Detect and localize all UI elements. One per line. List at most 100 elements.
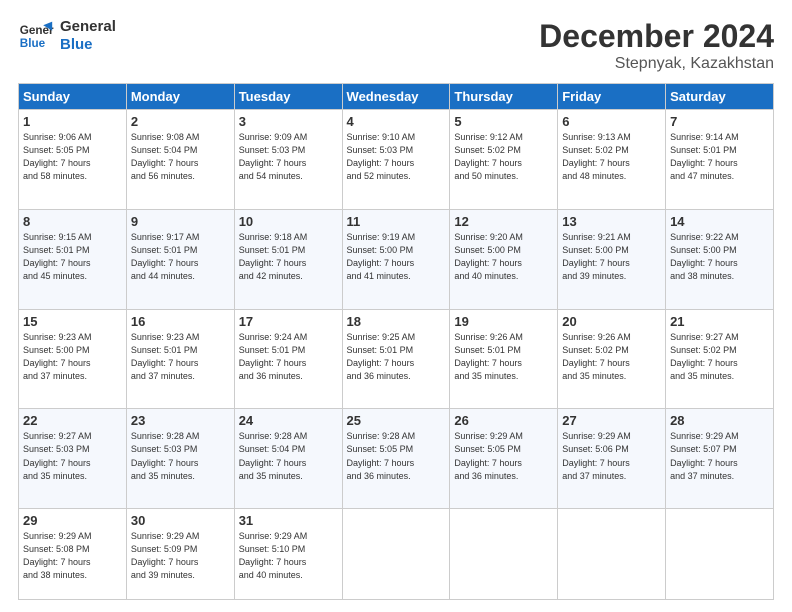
day-number: 28: [670, 413, 769, 428]
calendar-cell: 21Sunrise: 9:27 AM Sunset: 5:02 PM Dayli…: [666, 309, 774, 409]
day-number: 15: [23, 314, 122, 329]
day-number: 23: [131, 413, 230, 428]
calendar-cell: 25Sunrise: 9:28 AM Sunset: 5:05 PM Dayli…: [342, 409, 450, 509]
calendar-week-1: 1Sunrise: 9:06 AM Sunset: 5:05 PM Daylig…: [19, 110, 774, 210]
day-info: Sunrise: 9:14 AM Sunset: 5:01 PM Dayligh…: [670, 131, 769, 183]
day-number: 7: [670, 114, 769, 129]
calendar-cell: 27 Sunrise: 9:29 AM Sunset: 5:06 PM Dayli…: [558, 409, 666, 509]
day-number: 9: [131, 214, 230, 229]
day-info: Sunrise: 9:29 AM Sunset: 5:07 PM Dayligh…: [670, 430, 769, 482]
day-info: Sunrise: 9:28 AM Sunset: 5:04 PM Dayligh…: [239, 430, 338, 482]
day-number: 13: [562, 214, 661, 229]
day-info: Sunrise: 9:29 AM Sunset: 5:09 PM Dayligh…: [131, 530, 230, 582]
day-info: Sunrise: 9:26 AM Sunset: 5:01 PM Dayligh…: [454, 331, 553, 383]
calendar-cell: 23 Sunrise: 9:28 AM Sunset: 5:03 PM Dayli…: [126, 409, 234, 509]
calendar-cell: 10Sunrise: 9:18 AM Sunset: 5:01 PM Dayli…: [234, 209, 342, 309]
day-number: 22: [23, 413, 122, 428]
day-info: Sunrise: 9:23 AM Sunset: 5:01 PM Dayligh…: [131, 331, 230, 383]
calendar-cell: 17 Sunrise: 9:24 AM Sunset: 5:01 PM Dayli…: [234, 309, 342, 409]
svg-text:Blue: Blue: [20, 37, 46, 50]
calendar-cell: 9 Sunrise: 9:17 AM Sunset: 5:01 PM Daylig…: [126, 209, 234, 309]
day-info: Sunrise: 9:22 AM Sunset: 5:00 PM Dayligh…: [670, 231, 769, 283]
day-number: 18: [347, 314, 446, 329]
day-header-monday: Monday: [126, 84, 234, 110]
calendar-cell: 28 Sunrise: 9:29 AM Sunset: 5:07 PM Dayli…: [666, 409, 774, 509]
calendar-cell: 7 Sunrise: 9:14 AM Sunset: 5:01 PM Daylig…: [666, 110, 774, 210]
calendar-cell: 5 Sunrise: 9:12 AM Sunset: 5:02 PM Daylig…: [450, 110, 558, 210]
month-title: December 2024: [539, 18, 774, 55]
day-number: 2: [131, 114, 230, 129]
day-number: 1: [23, 114, 122, 129]
calendar-cell: 13Sunrise: 9:21 AM Sunset: 5:00 PM Dayli…: [558, 209, 666, 309]
day-number: 3: [239, 114, 338, 129]
day-info: Sunrise: 9:28 AM Sunset: 5:03 PM Dayligh…: [131, 430, 230, 482]
calendar-cell: 11Sunrise: 9:19 AM Sunset: 5:00 PM Dayli…: [342, 209, 450, 309]
calendar-cell: 4Sunrise: 9:10 AM Sunset: 5:03 PM Daylig…: [342, 110, 450, 210]
calendar-cell: 31Sunrise: 9:29 AM Sunset: 5:10 PM Dayli…: [234, 509, 342, 600]
day-number: 4: [347, 114, 446, 129]
calendar-week-3: 15 Sunrise: 9:23 AM Sunset: 5:00 PM Dayli…: [19, 309, 774, 409]
day-info: Sunrise: 9:12 AM Sunset: 5:02 PM Dayligh…: [454, 131, 553, 183]
day-info: Sunrise: 9:29 AM Sunset: 5:06 PM Dayligh…: [562, 430, 661, 482]
calendar-cell: 20Sunrise: 9:26 AM Sunset: 5:02 PM Dayli…: [558, 309, 666, 409]
day-info: Sunrise: 9:18 AM Sunset: 5:01 PM Dayligh…: [239, 231, 338, 283]
day-number: 20: [562, 314, 661, 329]
day-header-tuesday: Tuesday: [234, 84, 342, 110]
day-header-sunday: Sunday: [19, 84, 127, 110]
day-number: 14: [670, 214, 769, 229]
day-info: Sunrise: 9:29 AM Sunset: 5:05 PM Dayligh…: [454, 430, 553, 482]
day-number: 30: [131, 513, 230, 528]
day-info: Sunrise: 9:17 AM Sunset: 5:01 PM Dayligh…: [131, 231, 230, 283]
calendar-table: SundayMondayTuesdayWednesdayThursdayFrid…: [18, 83, 774, 600]
logo-line2: Blue: [60, 36, 93, 54]
day-header-saturday: Saturday: [666, 84, 774, 110]
day-number: 5: [454, 114, 553, 129]
day-info: Sunrise: 9:27 AM Sunset: 5:03 PM Dayligh…: [23, 430, 122, 482]
calendar-cell: 8 Sunrise: 9:15 AM Sunset: 5:01 PM Daylig…: [19, 209, 127, 309]
day-number: 31: [239, 513, 338, 528]
day-info: Sunrise: 9:09 AM Sunset: 5:03 PM Dayligh…: [239, 131, 338, 183]
calendar-cell: 14 Sunrise: 9:22 AM Sunset: 5:00 PM Dayli…: [666, 209, 774, 309]
calendar-cell: [558, 509, 666, 600]
page: General Blue General Blue December 2024 …: [0, 0, 792, 612]
day-info: Sunrise: 9:08 AM Sunset: 5:04 PM Dayligh…: [131, 131, 230, 183]
title-block: December 2024 Stepnyak, Kazakhstan: [539, 18, 774, 73]
day-header-friday: Friday: [558, 84, 666, 110]
header: General Blue General Blue December 2024 …: [18, 18, 774, 73]
calendar-week-2: 8 Sunrise: 9:15 AM Sunset: 5:01 PM Daylig…: [19, 209, 774, 309]
day-number: 26: [454, 413, 553, 428]
subtitle: Stepnyak, Kazakhstan: [539, 55, 774, 73]
calendar-cell: 15 Sunrise: 9:23 AM Sunset: 5:00 PM Dayli…: [19, 309, 127, 409]
day-number: 6: [562, 114, 661, 129]
calendar-cell: 1Sunrise: 9:06 AM Sunset: 5:05 PM Daylig…: [19, 110, 127, 210]
calendar-cell: 6Sunrise: 9:13 AM Sunset: 5:02 PM Daylig…: [558, 110, 666, 210]
day-info: Sunrise: 9:27 AM Sunset: 5:02 PM Dayligh…: [670, 331, 769, 383]
logo-line1: General: [60, 18, 116, 36]
calendar-header-row: SundayMondayTuesdayWednesdayThursdayFrid…: [19, 84, 774, 110]
day-number: 8: [23, 214, 122, 229]
day-number: 24: [239, 413, 338, 428]
calendar-cell: 2 Sunrise: 9:08 AM Sunset: 5:04 PM Daylig…: [126, 110, 234, 210]
day-number: 29: [23, 513, 122, 528]
day-info: Sunrise: 9:23 AM Sunset: 5:00 PM Dayligh…: [23, 331, 122, 383]
day-info: Sunrise: 9:24 AM Sunset: 5:01 PM Dayligh…: [239, 331, 338, 383]
calendar-cell: 24 Sunrise: 9:28 AM Sunset: 5:04 PM Dayli…: [234, 409, 342, 509]
day-info: Sunrise: 9:29 AM Sunset: 5:08 PM Dayligh…: [23, 530, 122, 582]
calendar-cell: [666, 509, 774, 600]
day-header-wednesday: Wednesday: [342, 84, 450, 110]
calendar-cell: 3 Sunrise: 9:09 AM Sunset: 5:03 PM Daylig…: [234, 110, 342, 210]
logo-icon: General Blue: [18, 18, 54, 54]
day-number: 11: [347, 214, 446, 229]
calendar-cell: 16Sunrise: 9:23 AM Sunset: 5:01 PM Dayli…: [126, 309, 234, 409]
calendar-cell: [450, 509, 558, 600]
calendar-cell: [342, 509, 450, 600]
day-info: Sunrise: 9:20 AM Sunset: 5:00 PM Dayligh…: [454, 231, 553, 283]
day-number: 27: [562, 413, 661, 428]
day-info: Sunrise: 9:25 AM Sunset: 5:01 PM Dayligh…: [347, 331, 446, 383]
calendar-cell: 12 Sunrise: 9:20 AM Sunset: 5:00 PM Dayli…: [450, 209, 558, 309]
day-number: 12: [454, 214, 553, 229]
day-info: Sunrise: 9:15 AM Sunset: 5:01 PM Dayligh…: [23, 231, 122, 283]
calendar-cell: 19Sunrise: 9:26 AM Sunset: 5:01 PM Dayli…: [450, 309, 558, 409]
calendar-cell: 18 Sunrise: 9:25 AM Sunset: 5:01 PM Dayli…: [342, 309, 450, 409]
day-number: 17: [239, 314, 338, 329]
